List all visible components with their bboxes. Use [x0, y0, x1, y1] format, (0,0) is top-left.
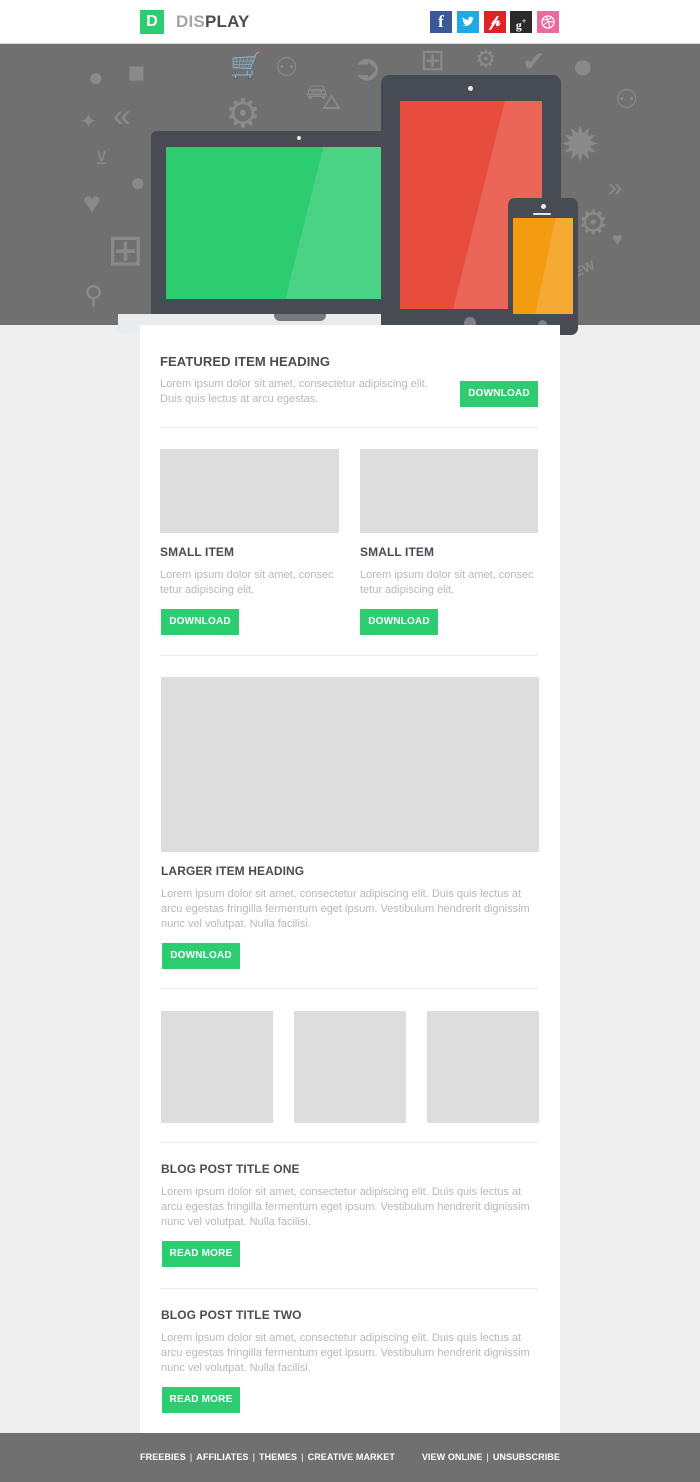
search-icon: ⚲ — [84, 280, 104, 310]
footer-link-affiliates[interactable]: AFFILIATES — [196, 1452, 248, 1462]
phone-camera — [541, 204, 546, 209]
phone-screen — [513, 218, 573, 314]
featured-text: Lorem ipsum dolor sit amet, consectetur … — [160, 378, 428, 405]
gift-icon-2: ⊞ — [420, 44, 446, 77]
google-plus-icon[interactable]: g+ — [510, 11, 532, 33]
facebook-icon[interactable]: f — [430, 11, 452, 33]
larger-item-download-button[interactable]: DOWNLOAD — [162, 943, 240, 969]
divider — [160, 427, 538, 428]
featured-heading: FEATURED ITEM HEADING — [160, 354, 331, 369]
gear-icon: ⚙ — [225, 92, 261, 136]
read-more-button[interactable]: READ MORE — [162, 1241, 240, 1267]
featured-download-button[interactable]: DOWNLOAD — [460, 381, 538, 407]
small-item-download-button[interactable]: DOWNLOAD — [360, 609, 438, 635]
thumbnail-placeholder — [427, 1011, 539, 1123]
logo-prefix: DIS — [176, 12, 205, 31]
blog-post-text: Lorem ipsum dolor sit amet, consectetur … — [161, 1332, 530, 1374]
footer: FREEBIES | AFFILIATES | THEMES | CREATIVE MARK… — [0, 1433, 700, 1482]
separator: | — [189, 1452, 193, 1462]
small-item-image-placeholder — [360, 449, 538, 533]
separator: | — [486, 1452, 489, 1462]
small-item-heading: SMALL ITEM — [160, 545, 235, 559]
read-more-button[interactable]: READ MORE — [162, 1387, 240, 1413]
heart-icon: ♥ — [83, 187, 101, 220]
separator: | — [301, 1452, 304, 1462]
larger-item-heading: LARGER ITEM HEADING — [161, 864, 305, 878]
logo-suffix: PLAY — [204, 12, 250, 31]
footer-links-right: VIEW ONLINE | UNSUBSCRIBE — [422, 1452, 560, 1462]
chevrons-icon: « — [113, 97, 131, 133]
laptop-screen — [166, 147, 381, 299]
footer-links-left: FREEBIES | AFFILIATES | THEMES | CREATIVE MARK… — [140, 1452, 395, 1462]
laptop-camera — [297, 136, 301, 140]
thumbnail-placeholder — [161, 1011, 273, 1123]
blog-post-title[interactable]: BLOG POST TITLE TWO — [161, 1308, 302, 1322]
blog-post-title[interactable]: BLOG POST TITLE ONE — [161, 1162, 300, 1176]
tablet-camera — [468, 86, 473, 91]
laptop-notch — [274, 314, 326, 321]
logo-icon[interactable]: D — [140, 10, 164, 34]
check-icon: ✔ — [522, 46, 546, 77]
footer-link-themes[interactable]: THEMES — [259, 1452, 297, 1462]
shopping-bag-icon: ⛍ — [305, 76, 343, 117]
email-content: FEATURED ITEM HEADING Lorem ipsum dolor … — [140, 325, 560, 1433]
blog-post-text: Lorem ipsum dolor sit amet, consectetur … — [161, 1186, 530, 1228]
view-online-link[interactable]: VIEW ONLINE — [422, 1452, 483, 1462]
couple-icon-2: ⚇ — [615, 84, 639, 114]
couple-icon: ⚇ — [275, 52, 299, 82]
speech-bubble-icon: ● — [572, 45, 594, 86]
gift-icon: ⊞ — [107, 226, 144, 275]
larger-item-image-placeholder — [161, 677, 539, 852]
tag-icon: ◆ — [120, 54, 156, 90]
cart-icon-small: ⊻ — [95, 148, 109, 168]
bird-icon: ✦ — [80, 111, 97, 133]
clock-icon: ● — [88, 62, 104, 92]
top-bar: D DISPLAY f 𝓅 g+ — [0, 0, 700, 44]
footer-link-freebies[interactable]: FREEBIES — [140, 1452, 186, 1462]
heart-icon-small: ♥ — [612, 229, 623, 249]
divider — [160, 655, 538, 656]
pinterest-icon[interactable]: 𝓅 — [484, 11, 506, 33]
chevrons-icon-2: » — [608, 172, 623, 202]
small-item-heading: SMALL ITEM — [360, 545, 435, 559]
small-item-text: Lorem ipsum dolor sit amet, consec tetur… — [360, 569, 534, 596]
arrow-circle-icon: ➲ — [352, 47, 383, 88]
logo-wordmark[interactable]: DISPLAY — [176, 12, 250, 32]
dribbble-icon[interactable] — [537, 11, 559, 33]
divider — [160, 988, 538, 989]
gear-icon-3: ⚙ — [578, 204, 609, 242]
divider — [160, 1288, 538, 1289]
unsubscribe-link[interactable]: UNSUBSCRIBE — [493, 1452, 560, 1462]
badge-check-icon: ✹ — [560, 119, 601, 172]
phone-speaker — [533, 213, 551, 215]
divider — [160, 1142, 538, 1143]
footer-link-creative-market[interactable]: CREATIVE MARKET — [308, 1452, 395, 1462]
twitter-icon[interactable] — [457, 11, 479, 33]
user-icon: ● — [130, 167, 146, 197]
small-item-text: Lorem ipsum dolor sit amet, consec tetur… — [160, 569, 334, 596]
small-item-image-placeholder — [160, 449, 339, 533]
cart-icon: 🛒 — [230, 50, 263, 80]
separator: | — [252, 1452, 256, 1462]
gear-icon-small: ⚙ — [475, 46, 497, 73]
larger-item-text: Lorem ipsum dolor sit amet, consectetur … — [161, 888, 530, 930]
thumbnail-placeholder — [294, 1011, 406, 1123]
small-item-download-button[interactable]: DOWNLOAD — [161, 609, 239, 635]
